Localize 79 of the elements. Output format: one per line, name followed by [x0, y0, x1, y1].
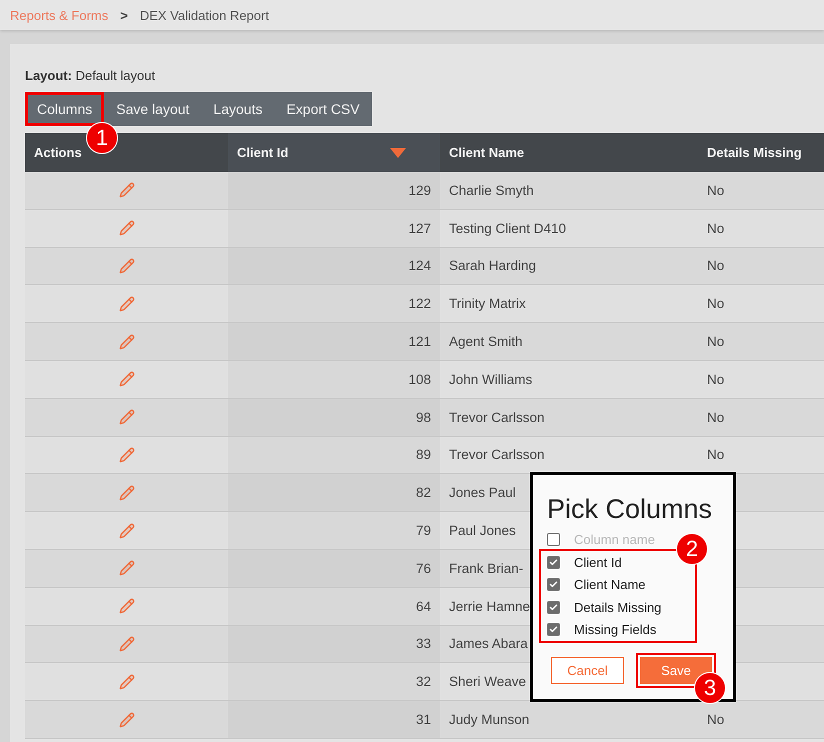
column-header[interactable]: Client Name	[449, 145, 524, 160]
table-cell: 79	[416, 523, 431, 538]
option-label: Details Missing	[574, 600, 662, 615]
table-cell: No	[707, 296, 724, 312]
edit-icon[interactable]	[118, 674, 134, 690]
table-cell: 122	[408, 296, 431, 312]
checkbox[interactable]	[547, 600, 560, 614]
table-cell: Trinity Matrix	[449, 296, 526, 312]
checkbox[interactable]	[547, 556, 560, 569]
edit-icon[interactable]	[118, 182, 134, 198]
table-cell: No	[707, 182, 724, 198]
check-icon	[549, 580, 558, 590]
checkbox[interactable]	[547, 532, 560, 546]
table-cell: Charlie Smyth	[449, 182, 534, 198]
table-cell: 89	[416, 447, 431, 462]
table-cell: 64	[416, 598, 431, 614]
edit-icon[interactable]	[118, 296, 134, 312]
table-cell: Jerrie Hamne	[449, 598, 530, 614]
table-cell: No	[707, 447, 724, 462]
option-label: Client Id	[574, 554, 622, 570]
cancel-button[interactable]: Cancel	[551, 657, 624, 684]
sort-icon	[390, 148, 406, 158]
check-icon	[549, 558, 558, 567]
table-cell: 124	[408, 258, 431, 274]
table-cell: 32	[416, 674, 431, 690]
table-cell: 121	[408, 334, 431, 350]
edit-icon[interactable]	[118, 371, 134, 388]
table-cell: John Williams	[449, 372, 532, 387]
table-cell: Paul Jones	[449, 523, 516, 538]
table-cell: Sarah Harding	[449, 258, 536, 274]
table-cell: No	[707, 410, 724, 425]
edit-icon[interactable]	[118, 522, 134, 539]
column-header[interactable]: Client Id	[237, 145, 288, 160]
table-cell: Judy Munson	[449, 712, 530, 728]
option-label: Missing Fields	[574, 622, 656, 638]
table-cell: 31	[416, 712, 431, 728]
check-icon	[549, 602, 558, 612]
checkbox[interactable]	[547, 578, 560, 592]
table-cell: Testing Client D410	[449, 220, 566, 236]
column-header[interactable]: Details Missing	[707, 145, 802, 160]
option-label: Client Name	[574, 577, 646, 592]
checkbox[interactable]	[547, 623, 560, 636]
table-cell: James Abara	[449, 636, 528, 652]
table-cell: Frank Brian-	[449, 560, 524, 576]
table-cell: 33	[416, 636, 431, 652]
edit-icon[interactable]	[118, 598, 134, 614]
breadcrumb-current: DEX Validation Report	[140, 8, 269, 22]
table-cell: No	[707, 712, 724, 728]
edit-icon[interactable]	[118, 712, 134, 728]
table-cell: No	[707, 258, 724, 274]
table-cell: 129	[408, 182, 431, 198]
table-cell: No	[707, 334, 724, 350]
toolbar-button[interactable]: Columns	[25, 92, 104, 126]
table-cell: Trevor Carlsson	[449, 447, 545, 462]
table-cell: 82	[416, 485, 431, 500]
table-cell: Sheri Weave	[449, 674, 526, 690]
edit-icon[interactable]	[118, 484, 134, 501]
table-cell: 108	[408, 372, 431, 387]
edit-icon[interactable]	[118, 446, 134, 463]
table-cell: 76	[416, 560, 431, 576]
layout-label: Layout: Default layout	[25, 68, 156, 84]
table-cell: 98	[416, 410, 431, 425]
column-header[interactable]: Actions	[34, 145, 82, 160]
dialog-title: Pick Columns	[547, 493, 714, 525]
edit-icon[interactable]	[118, 636, 134, 652]
table-cell: 127	[408, 220, 431, 236]
table-cell: Agent Smith	[449, 334, 523, 350]
edit-icon[interactable]	[118, 258, 134, 274]
edit-icon[interactable]	[118, 409, 134, 426]
breadcrumb-separator: >	[120, 8, 128, 22]
table-cell: Trevor Carlsson	[449, 410, 545, 425]
option-label: Column name	[574, 532, 655, 546]
edit-icon[interactable]	[118, 220, 134, 236]
table-cell: No	[707, 220, 724, 236]
edit-icon[interactable]	[118, 560, 134, 576]
check-icon	[549, 625, 558, 634]
edit-icon[interactable]	[118, 334, 134, 350]
table-cell: Jones Paul	[449, 485, 516, 500]
table-cell: No	[707, 372, 724, 387]
